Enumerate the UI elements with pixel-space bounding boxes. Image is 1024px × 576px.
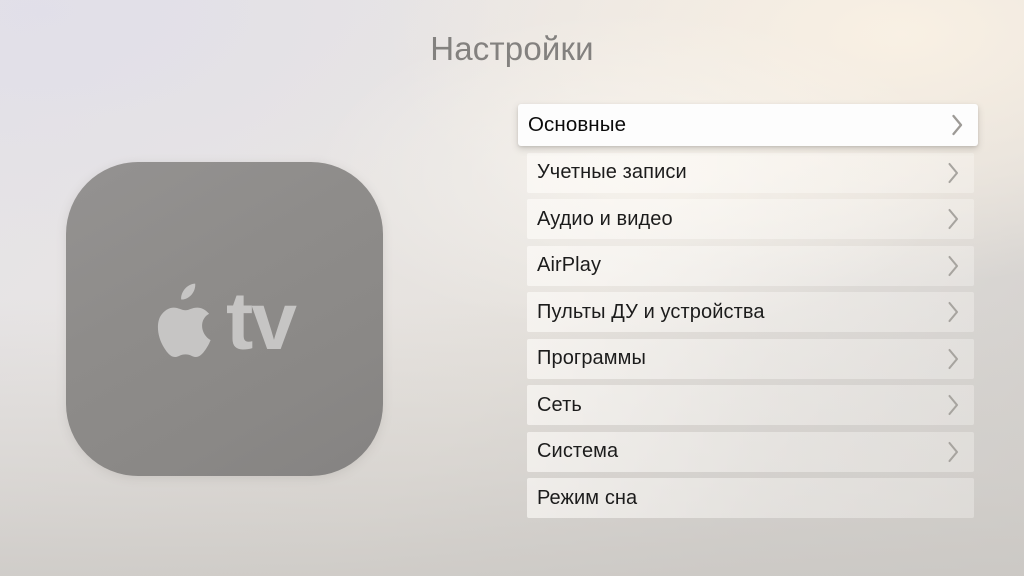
menu-item-set[interactable]: Сеть	[527, 385, 974, 425]
chevron-right-icon	[948, 255, 959, 276]
menu-item-sistema[interactable]: Система	[527, 431, 974, 472]
chevron-right-icon	[948, 394, 959, 416]
menu-item-label: Сеть	[537, 393, 582, 416]
menu-item-pulty-du-i-ustroystva[interactable]: Пульты ДУ и устройства	[527, 292, 974, 332]
page-title: Настройки	[430, 30, 594, 67]
apple-tv-logo-group: tv	[66, 162, 383, 476]
menu-item-label: Учетные записи	[537, 161, 687, 183]
apple-logo-icon	[157, 283, 211, 357]
menu-item-label: Пульты ДУ и устройства	[537, 300, 765, 323]
chevron-right-icon	[948, 208, 959, 230]
chevron-right-icon	[948, 301, 959, 323]
menu-item-programmy[interactable]: Программы	[527, 338, 974, 379]
settings-menu-list: Основные Учетные записи Аудио и видео Ai…	[518, 104, 978, 525]
menu-item-label: Программы	[537, 347, 646, 369]
apple-tv-icon: tv	[66, 162, 383, 476]
chevron-right-icon	[952, 114, 963, 136]
chevron-right-icon	[948, 441, 959, 462]
menu-item-label: Аудио и видео	[537, 207, 673, 230]
menu-item-rezhim-sna[interactable]: Режим сна	[527, 478, 974, 518]
menu-item-label: Основные	[528, 113, 627, 136]
apple-tv-settings-screen: Настройки tv Основные Учетные записи Ауд…	[0, 0, 1024, 576]
menu-item-osnovnye[interactable]: Основные	[518, 104, 978, 146]
menu-item-audio-i-video[interactable]: Аудио и видео	[527, 199, 974, 239]
chevron-right-icon	[948, 162, 959, 183]
apple-tv-wordmark: tv	[226, 276, 297, 367]
menu-item-airplay[interactable]: AirPlay	[527, 245, 974, 286]
menu-item-label: AirPlay	[537, 254, 602, 276]
menu-item-label: Режим сна	[537, 486, 638, 509]
chevron-right-icon	[948, 348, 959, 369]
menu-item-uchetnye-zapisi[interactable]: Учетные записи	[527, 152, 974, 193]
menu-item-label: Система	[537, 440, 619, 462]
